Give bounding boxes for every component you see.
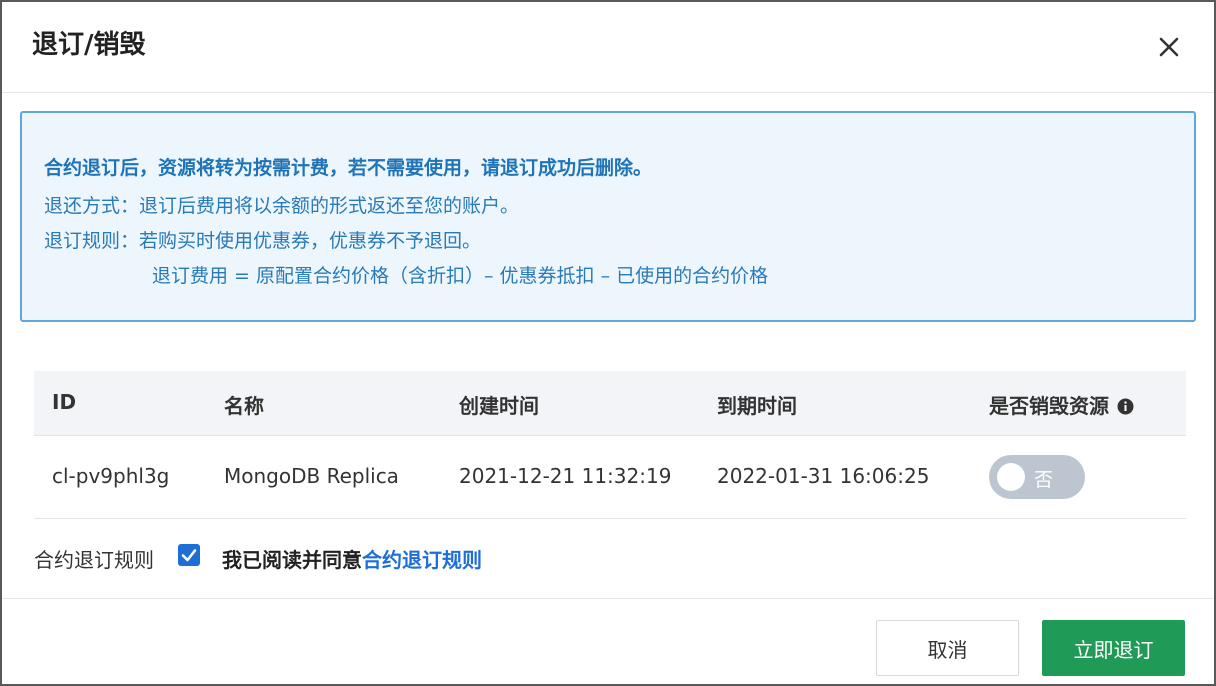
table-row: cl-pv9phl3g MongoDB Replica 2021-12-21 1… bbox=[34, 436, 1186, 519]
dialog-footer: 取消 立即退订 bbox=[2, 598, 1214, 685]
column-header-created: 创建时间 bbox=[459, 394, 539, 418]
column-header-destroy-label: 是否销毁资源 bbox=[989, 394, 1109, 418]
notice-refund-formula: 退订费用 = 原配置合约价格（含折扣）– 优惠券抵扣 – 已使用的合约价格 bbox=[152, 265, 769, 287]
check-icon bbox=[181, 549, 197, 562]
cell-expires: 2022-01-31 16:06:25 bbox=[717, 464, 930, 488]
refund-notice: 合约退订后，资源将转为按需计费，若不需要使用，请退订成功后删除。 退还方式：退订… bbox=[20, 111, 1196, 322]
close-button[interactable] bbox=[1152, 30, 1186, 64]
dialog-header: 退订/销毁 bbox=[2, 2, 1214, 93]
agreement-rules-link[interactable]: 合约退订规则 bbox=[362, 548, 482, 572]
confirm-unsubscribe-button[interactable]: 立即退订 bbox=[1042, 620, 1185, 676]
notice-refund-method: 退还方式：退订后费用将以余额的形式返还至您的账户。 bbox=[44, 195, 520, 217]
notice-refund-rule: 退订规则：若购买时使用优惠券，优惠券不予退回。 bbox=[44, 230, 482, 252]
cell-id: cl-pv9phl3g bbox=[52, 464, 170, 488]
agreement-checkbox[interactable] bbox=[178, 544, 200, 566]
destroy-resource-toggle[interactable]: 否 bbox=[989, 455, 1085, 499]
agreement-label: 合约退订规则 bbox=[34, 548, 154, 572]
column-header-id: ID bbox=[52, 390, 77, 414]
column-header-name: 名称 bbox=[224, 394, 264, 418]
toggle-label: 否 bbox=[1034, 469, 1054, 491]
agreement-text: 我已阅读并同意合约退订规则 bbox=[222, 544, 482, 573]
agreement-prefix: 我已阅读并同意 bbox=[222, 548, 362, 572]
resource-table: ID 名称 创建时间 到期时间 是否销毁资源 cl-pv9phl3g Mongo… bbox=[34, 371, 1186, 519]
column-header-expires: 到期时间 bbox=[717, 394, 797, 418]
unsubscribe-dialog: 退订/销毁 合约退订后，资源将转为按需计费，若不需要使用，请退订成功后删除。 退… bbox=[0, 0, 1216, 686]
cell-name: MongoDB Replica bbox=[224, 464, 399, 488]
dialog-title: 退订/销毁 bbox=[32, 30, 146, 60]
info-icon[interactable] bbox=[1117, 396, 1134, 420]
agreement-row: 合约退订规则 我已阅读并同意合约退订规则 bbox=[34, 544, 734, 574]
table-header: ID 名称 创建时间 到期时间 是否销毁资源 bbox=[34, 371, 1186, 436]
toggle-knob bbox=[997, 463, 1025, 491]
cancel-button[interactable]: 取消 bbox=[876, 620, 1019, 676]
cell-created: 2021-12-21 11:32:19 bbox=[459, 464, 672, 488]
close-icon bbox=[1159, 37, 1179, 57]
column-header-destroy: 是否销毁资源 bbox=[989, 390, 1134, 420]
notice-headline: 合约退订后，资源将转为按需计费，若不需要使用，请退订成功后删除。 bbox=[44, 157, 653, 179]
